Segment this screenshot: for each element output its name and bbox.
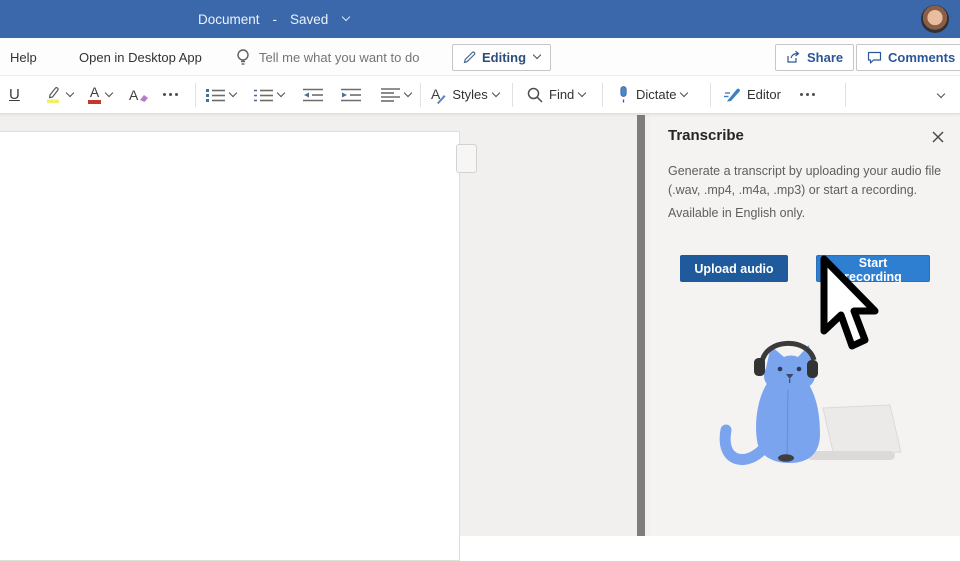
underline-glyph: U [9,86,20,103]
ribbon-toolbar: U A A [0,76,960,114]
collapse-ribbon-button[interactable] [938,76,944,113]
editing-mode-dropdown[interactable]: Editing [452,38,551,76]
help-label: Help [10,50,37,65]
share-label: Share [807,50,843,65]
ribbon-divider [845,83,846,107]
editing-label: Editing [482,50,526,65]
user-avatar[interactable] [921,5,949,33]
comment-icon [867,51,882,64]
numbered-list-icon [254,88,273,102]
dictate-button[interactable]: Dictate [617,76,687,113]
lightbulb-icon [236,48,250,66]
ribbon-divider [602,83,603,107]
font-overflow-button[interactable] [163,76,178,113]
close-icon [932,131,944,143]
panel-description: Generate a transcript by uploading your … [668,162,960,201]
find-label: Find [549,87,574,102]
ribbon-overflow-button[interactable] [800,76,815,113]
clear-format-glyph: A [129,88,138,102]
numbered-list-chevron-icon[interactable] [277,88,285,96]
underline-button[interactable]: U [9,76,20,113]
open-in-desktop-button[interactable]: Open in Desktop App [79,38,202,76]
transcribe-cat-illustration [708,334,908,474]
titlebar: Document - Saved [0,0,960,38]
increase-indent-button[interactable] [341,76,361,113]
styles-label: Styles [452,87,487,102]
font-color-chevron-icon[interactable] [105,88,113,96]
clear-formatting-button[interactable]: A [129,76,149,113]
start-recording-button[interactable]: Start recording [816,255,930,282]
numbered-list-button[interactable] [254,76,284,113]
page-anchor-box[interactable] [456,144,477,173]
panel-title: Transcribe [668,127,744,144]
styles-chevron-icon [492,88,500,96]
tell-me-search[interactable]: Tell me what you want to do [236,38,419,76]
find-button[interactable]: Find [527,76,585,113]
styles-pen-icon [436,94,446,104]
comments-button[interactable]: Comments [856,38,960,76]
open-in-desktop-label: Open in Desktop App [79,50,202,65]
ellipsis-icon [800,93,815,96]
transcribe-panel: Transcribe Generate a transcript by uplo… [650,114,960,536]
font-color-glyph: A [90,85,99,99]
save-status: Saved [290,12,328,27]
ribbon-divider [710,83,711,107]
dictate-chevron-icon [680,88,688,96]
highlight-chevron-icon[interactable] [66,88,74,96]
pencil-icon [463,51,476,64]
document-title: Document [198,12,260,27]
editor-label: Editor [747,87,781,102]
indent-icon [341,88,361,102]
microphone-icon [617,86,630,104]
bullet-list-button[interactable] [206,76,236,113]
styles-button[interactable]: A Styles [431,76,499,113]
title-separator: - [273,12,278,27]
find-chevron-icon [578,88,586,96]
ribbon-divider [195,83,196,107]
collapse-chevron-down-icon [937,89,945,97]
title-chevron-down-icon[interactable] [342,13,350,21]
document-workspace: Transcribe Generate a transcript by uplo… [0,114,960,536]
highlighter-icon [44,85,62,104]
editor-button[interactable]: Editor [724,76,781,113]
align-icon [381,88,400,102]
bullet-list-icon [206,88,225,102]
dictate-label: Dictate [636,87,676,102]
alignment-button[interactable] [381,76,411,113]
tell-me-placeholder: Tell me what you want to do [259,50,419,65]
font-color-button[interactable]: A [88,76,112,113]
ribbon-divider [512,83,513,107]
help-menu[interactable]: Help [10,38,37,76]
text-highlight-button[interactable] [44,76,73,113]
comments-label: Comments [888,50,955,65]
outdent-icon [303,88,323,102]
search-icon [527,87,543,103]
share-icon [786,50,801,64]
panel-availability-note: Available in English only. [668,206,805,220]
document-title-group[interactable]: Document - Saved [198,0,349,38]
share-button[interactable]: Share [775,38,854,76]
upload-audio-button[interactable]: Upload audio [680,255,788,282]
editor-pen-icon [724,87,741,102]
menubar: Help Open in Desktop App Tell me what yo… [0,38,960,76]
document-page[interactable] [0,131,460,561]
word-online-app: { "titlebar": { "document_title": "Docum… [0,0,960,536]
font-color-swatch [88,100,101,104]
vertical-scrollbar[interactable] [637,115,645,536]
close-panel-button[interactable] [929,128,947,146]
ribbon-divider [420,83,421,107]
ellipsis-icon [163,93,178,96]
alignment-chevron-icon[interactable] [404,88,412,96]
editing-chevron-icon [533,51,541,59]
bullet-list-chevron-icon[interactable] [229,88,237,96]
decrease-indent-button[interactable] [303,76,323,113]
eraser-icon [139,93,149,103]
